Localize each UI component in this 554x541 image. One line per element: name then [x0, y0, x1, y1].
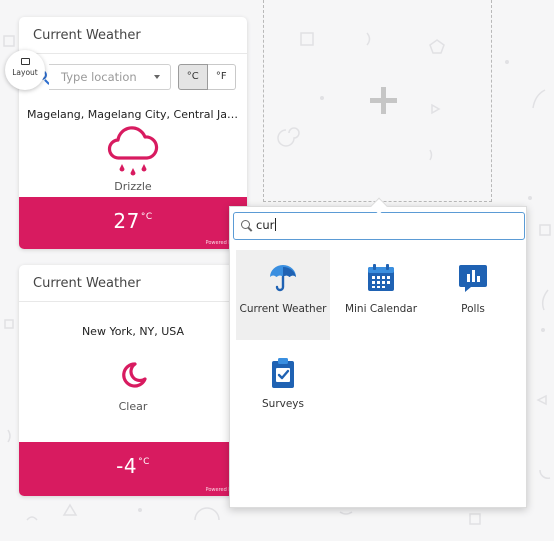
layout-button[interactable]: Layout: [5, 50, 45, 90]
drizzle-cloud-icon: [105, 118, 161, 182]
widget-title: Current Weather: [19, 17, 247, 54]
picker-item-current-weather[interactable]: Current Weather: [236, 250, 330, 340]
poll-chart-icon: [457, 262, 489, 294]
location-name: New York, NY, USA: [81, 325, 185, 338]
search-value: cur: [256, 218, 275, 232]
temperature-value: -4°C: [19, 454, 247, 478]
umbrella-icon: [267, 262, 299, 294]
picker-item-mini-calendar[interactable]: Mini Calendar: [334, 250, 428, 340]
calendar-icon: [365, 262, 397, 294]
chevron-down-icon[interactable]: [154, 75, 160, 79]
picker-item-label: Polls: [461, 303, 485, 315]
temperature-bar: 27°C Powered by Da: [19, 197, 247, 249]
unit-toggle: °C °F: [178, 64, 236, 90]
search-icon: [241, 220, 250, 229]
layout-icon: [21, 58, 30, 65]
picker-item-surveys[interactable]: Surveys: [236, 345, 330, 435]
temperature-number: -4: [116, 454, 138, 478]
widget-search-input[interactable]: cur: [233, 212, 525, 240]
weather-widget-new-york: Current Weather New York, NY, USA Clear …: [19, 265, 247, 496]
crescent-moon-icon: [118, 360, 148, 394]
temperature-unit: °C: [140, 212, 153, 222]
location-search-row: Type location °C °F: [19, 64, 247, 90]
widget-picker-popup: cur Current Weather Mini Calendar Polls …: [229, 206, 527, 508]
fahrenheit-button[interactable]: °F: [207, 64, 236, 90]
weather-condition: Drizzle: [114, 180, 152, 193]
widget-title: Current Weather: [19, 265, 247, 302]
temperature-bar: -4°C Powered by Da: [19, 442, 247, 496]
location-placeholder: Type location: [61, 70, 137, 84]
layout-label: Layout: [12, 68, 38, 77]
temperature-unit: °C: [138, 457, 150, 467]
temperature-number: 27: [113, 209, 140, 233]
picker-item-polls[interactable]: Polls: [426, 250, 520, 340]
weather-condition: Clear: [118, 400, 148, 413]
clipboard-check-icon: [267, 357, 299, 389]
picker-item-label: Mini Calendar: [344, 303, 418, 315]
temperature-value: 27°C: [19, 209, 247, 233]
location-input[interactable]: Type location: [49, 64, 171, 90]
celsius-button[interactable]: °C: [178, 64, 208, 90]
picker-item-label: Surveys: [262, 398, 304, 410]
picker-item-label: Current Weather: [239, 303, 327, 315]
weather-widget-magelang: Current Weather Type location °C °F Mage…: [19, 17, 247, 249]
empty-widget-slot[interactable]: [263, 0, 492, 202]
